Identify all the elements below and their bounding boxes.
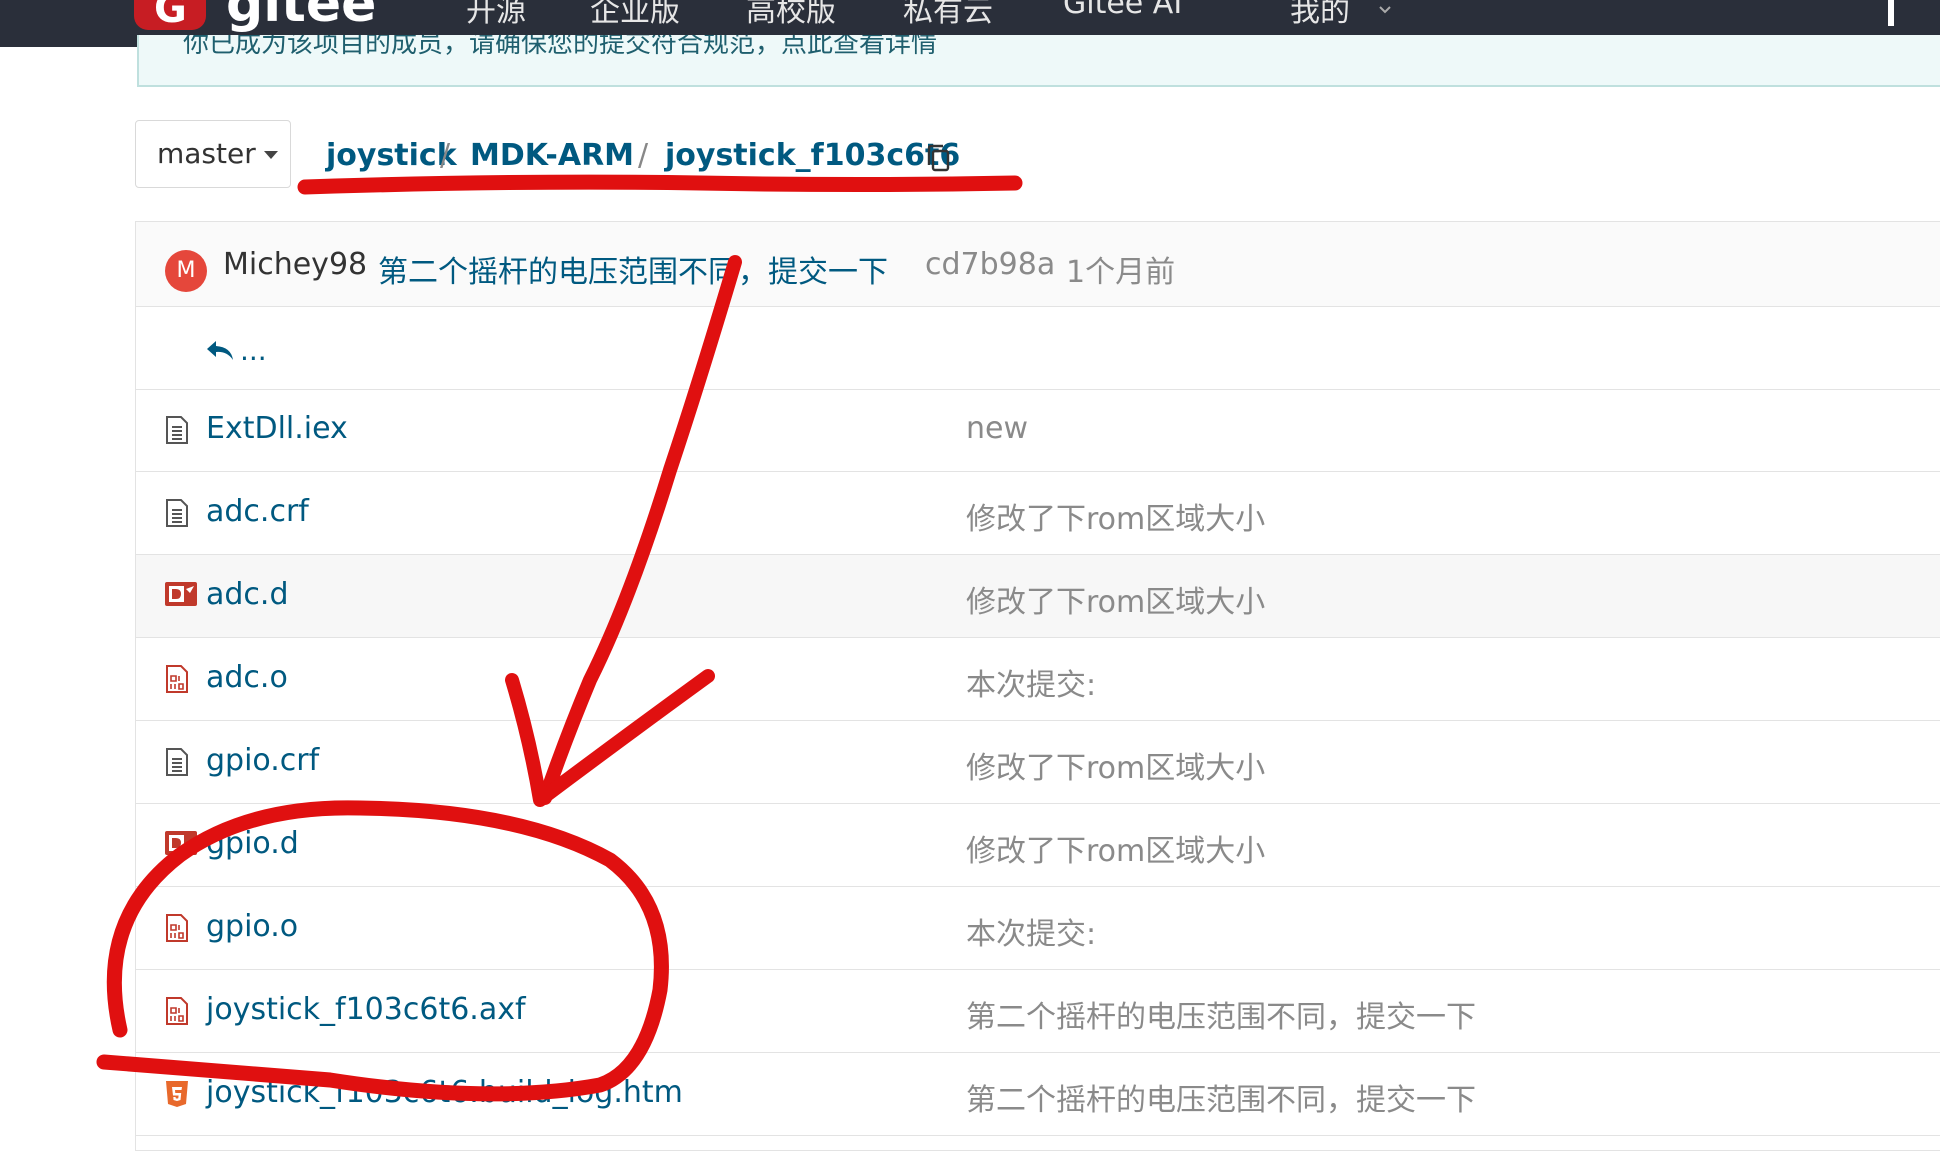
- file-row[interactable]: adc.o 本次提交:: [136, 638, 1940, 721]
- nav-private-cloud[interactable]: 私有云: [903, 0, 993, 30]
- binary-file-icon: [164, 913, 190, 947]
- file-row[interactable]: adc.crf 修改了下rom区域大小: [136, 472, 1940, 555]
- breadcrumb-separator: /: [638, 138, 649, 173]
- scrollbar-edge: [1888, 0, 1894, 26]
- binary-file-icon: [164, 664, 190, 698]
- file-commit-message[interactable]: 本次提交:: [966, 909, 1096, 953]
- nav-education[interactable]: 高校版: [746, 0, 836, 30]
- file-commit-message[interactable]: 本次提交:: [966, 660, 1096, 704]
- nav-gitee-ai[interactable]: Gitee AI: [1063, 0, 1182, 21]
- file-row[interactable]: gpio.crf 修改了下rom区域大小: [136, 721, 1940, 804]
- breadcrumb-folder[interactable]: MDK-ARM: [470, 138, 634, 173]
- file-row[interactable]: gpio.d 修改了下rom区域大小: [136, 804, 1940, 887]
- nav-enterprise[interactable]: 企业版: [590, 0, 680, 30]
- notice-text[interactable]: 你已成为该项目的成员，请确保您的提交符合规范，点此查看详情: [183, 35, 937, 60]
- commit-message[interactable]: 第二个摇杆的电压范围不同，提交一下: [378, 247, 888, 291]
- nav-opensource[interactable]: 开源: [466, 0, 526, 30]
- gitee-logo-icon[interactable]: G: [134, 0, 206, 32]
- file-name[interactable]: adc.d: [206, 577, 289, 612]
- gitee-logo-text[interactable]: gitee: [226, 0, 376, 34]
- caret-down-icon: [263, 151, 278, 159]
- file-name[interactable]: ExtDll.iex: [206, 411, 348, 446]
- branch-selector[interactable]: master: [135, 120, 291, 188]
- d-file-icon: [164, 581, 198, 611]
- file-row[interactable]: gpio.o 本次提交:: [136, 887, 1940, 970]
- commit-author[interactable]: Michey98: [223, 247, 367, 282]
- commit-hash[interactable]: cd7b98a: [925, 247, 1055, 282]
- underline-annotation: [297, 174, 1023, 195]
- branch-label: master: [157, 137, 256, 170]
- file-row[interactable]: joystick_f103c6t6.build_log.htm 第二个摇杆的电压…: [136, 1053, 1940, 1136]
- file-row[interactable]: joystick_f103c6t6.axf 第二个摇杆的电压范围不同，提交一下: [136, 970, 1940, 1053]
- file-name[interactable]: adc.o: [206, 660, 288, 695]
- text-file-icon: [164, 498, 190, 532]
- parent-dir-row[interactable]: [136, 306, 1940, 390]
- file-commit-message[interactable]: new: [966, 411, 1028, 446]
- file-row[interactable]: ExtDll.iex new: [136, 389, 1940, 472]
- file-name[interactable]: gpio.d: [206, 826, 299, 861]
- file-commit-message[interactable]: 修改了下rom区域大小: [966, 743, 1265, 787]
- file-name[interactable]: gpio.crf: [206, 743, 319, 778]
- file-commit-message[interactable]: 修改了下rom区域大小: [966, 494, 1265, 538]
- text-file-icon: [164, 747, 190, 781]
- copy-icon[interactable]: [926, 144, 952, 178]
- nav-mine[interactable]: 我的: [1290, 0, 1350, 30]
- back-arrow-icon[interactable]: [205, 338, 235, 366]
- file-name[interactable]: gpio.o: [206, 909, 298, 944]
- text-file-icon: [164, 415, 190, 449]
- file-name[interactable]: joystick_f103c6t6.axf: [206, 992, 526, 1027]
- nav-mine-chevron-icon[interactable]: [1378, 0, 1392, 19]
- file-name[interactable]: adc.crf: [206, 494, 309, 529]
- breadcrumb-current: joystick_f103c6t6: [665, 138, 961, 173]
- logo-mark-letter: G: [154, 0, 187, 32]
- file-commit-message[interactable]: 第二个摇杆的电压范围不同，提交一下: [966, 1075, 1476, 1119]
- file-name[interactable]: joystick_f103c6t6.build_log.htm: [206, 1075, 683, 1110]
- notice-banner: 你已成为该项目的成员，请确保您的提交符合规范，点此查看详情: [137, 35, 1940, 87]
- d-file-icon: [164, 830, 198, 860]
- file-commit-message[interactable]: 修改了下rom区域大小: [966, 577, 1265, 621]
- file-commit-message[interactable]: 修改了下rom区域大小: [966, 826, 1265, 870]
- avatar[interactable]: M: [165, 250, 207, 292]
- commit-time: 1个月前: [1066, 255, 1176, 290]
- breadcrumb-separator: /: [440, 138, 451, 173]
- breadcrumb-repo[interactable]: joystick: [326, 138, 457, 173]
- parent-dir-label[interactable]: ...: [240, 334, 267, 367]
- file-row[interactable]: adc.d 修改了下rom区域大小: [136, 555, 1940, 638]
- file-commit-message[interactable]: 第二个摇杆的电压范围不同，提交一下: [966, 992, 1476, 1036]
- html5-file-icon: [164, 1079, 190, 1113]
- binary-file-icon: [164, 996, 190, 1030]
